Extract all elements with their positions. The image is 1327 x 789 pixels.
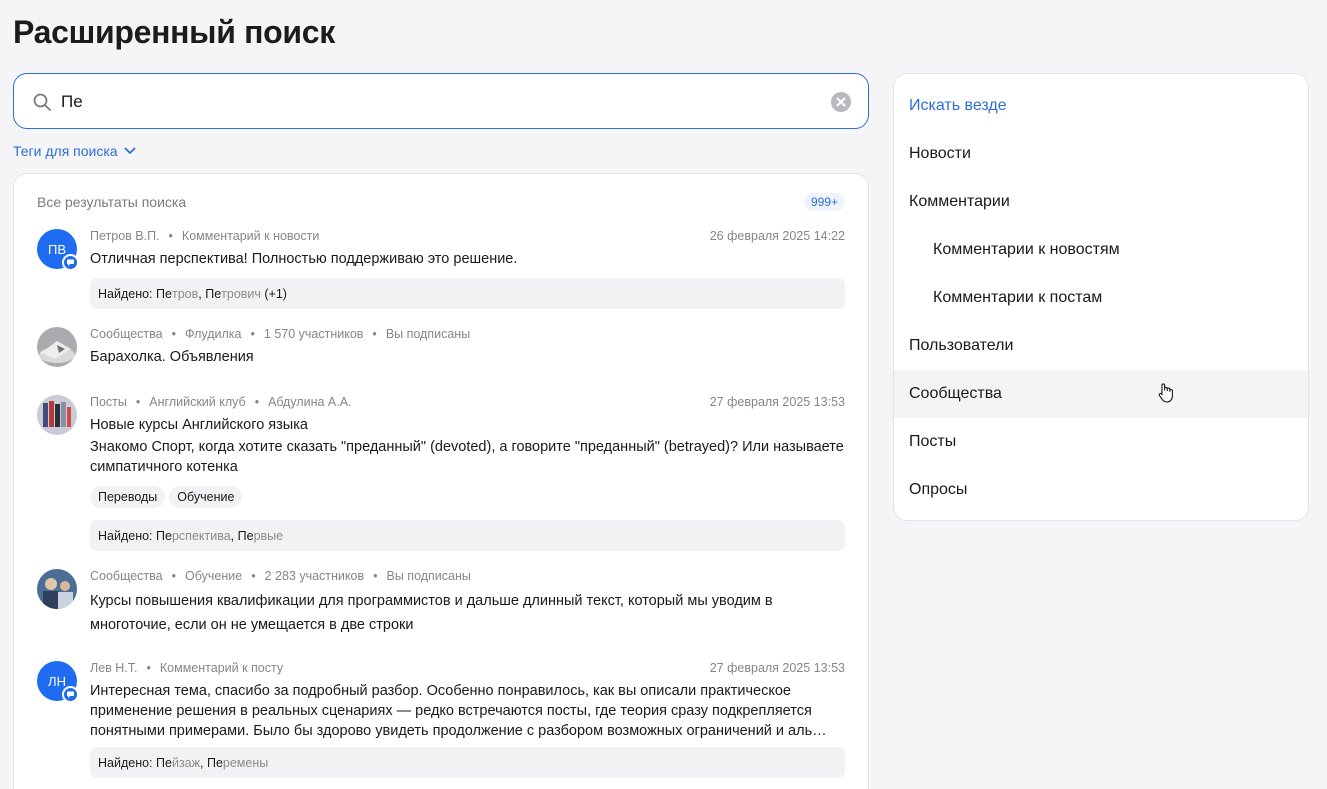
result-title[interactable]: Барахолка. Объявления (90, 347, 845, 367)
found-hit: Пе (205, 286, 222, 301)
post-tag[interactable]: Переводы (90, 486, 166, 508)
search-tags-toggle[interactable]: Теги для поиска (13, 143, 136, 159)
found-matches: Найдено: Пе тров, Пе трович (+1) (90, 278, 845, 309)
found-hit: Пе (206, 755, 223, 770)
result-date: 26 февраля 2025 14:22 (709, 229, 845, 243)
category-news[interactable]: Новости (894, 130, 1308, 178)
found-rest: тров (171, 286, 199, 301)
subscription-status: Вы подписаны (385, 327, 471, 341)
members-count: 1 570 участников (263, 327, 364, 341)
found-rest: йзаж (171, 755, 200, 770)
avatar-initials: ЛН (48, 673, 66, 689)
community-category: Флудилка (185, 327, 242, 341)
community-category: Обучение (185, 569, 243, 583)
category-news-comments[interactable]: Комментарии к новостям (894, 226, 1308, 274)
members-count: 2 283 участников (264, 569, 365, 583)
category-comments[interactable]: Комментарии (894, 178, 1308, 226)
result-type: Комментарий к посту (159, 661, 284, 675)
author-name[interactable]: Абдулина А.А. (268, 395, 351, 413)
result-text: Знакомо Спорт, когда хотите сказать "пре… (90, 439, 844, 475)
found-hit: Пе (237, 528, 254, 543)
search-category-menu: Искать везде Новости Комментарии Коммент… (893, 73, 1309, 521)
comment-badge-icon (62, 686, 79, 703)
avatar-initials: ПВ (47, 241, 66, 257)
post-tag[interactable]: Обучение (169, 486, 243, 508)
found-label: Найдено: (98, 755, 153, 770)
results-header: Все результаты поиска 999+ (37, 193, 845, 211)
subscription-status: Вы подписаны (386, 569, 471, 583)
found-matches: Найдено: Пе рспектива, Пе рвые (90, 520, 845, 551)
search-input[interactable] (61, 88, 821, 116)
result-type: Сообщества (90, 569, 163, 583)
result-title[interactable]: Курсы повышения квалификации для програм… (90, 589, 845, 637)
author-name[interactable]: Лев Н.Т. (90, 661, 138, 679)
found-more: (+1) (264, 286, 287, 301)
search-tags-label: Теги для поиска (13, 143, 118, 159)
result-text: Отличная перспектива! Полностью поддержи… (90, 251, 518, 267)
results-count-badge: 999+ (803, 193, 845, 211)
comment-badge-icon (62, 254, 79, 271)
result-type: Сообщества (90, 327, 163, 341)
result-type: Посты (90, 395, 127, 409)
found-label: Найдено: (98, 286, 153, 301)
category-communities[interactable]: Сообщества (894, 370, 1308, 418)
hand-cursor-icon (1158, 383, 1173, 403)
result-meta: Лев Н.Т. • Комментарий к посту (90, 661, 283, 679)
found-rest: ремены (222, 755, 269, 770)
results-panel: Все результаты поиска 999+ ПВ Петров В.П… (13, 173, 869, 789)
found-hit: Пе (156, 528, 172, 543)
result-title[interactable]: Новые курсы Английского языка (90, 415, 845, 435)
found-rest: трович (221, 286, 261, 301)
result-meta: Посты • Английский клуб • Абдулина А.А. (90, 395, 352, 413)
post-avatar (37, 395, 77, 435)
found-matches: Найдено: Пе йзаж, Пе ремены (90, 747, 845, 778)
category-users[interactable]: Пользователи (894, 322, 1308, 370)
chevron-down-icon (124, 147, 135, 154)
category-posts[interactable]: Посты (894, 418, 1308, 466)
search-box[interactable] (13, 73, 869, 129)
result-text: Интересная тема, спасибо за подробный ра… (90, 683, 827, 739)
author-name[interactable]: Петров В.П. (90, 229, 160, 247)
category-polls[interactable]: Опросы (894, 466, 1308, 514)
result-type: Комментарий к новости (181, 229, 320, 243)
page-title: Расширенный поиск (13, 14, 336, 50)
result-meta: Сообщества • Флудилка • 1 570 участников • … (90, 327, 470, 345)
result-meta: Петров В.П. • Комментарий к новости (90, 229, 319, 247)
found-rest: рвые (253, 528, 284, 543)
found-hit: Пе (156, 755, 172, 770)
search-icon (33, 93, 51, 111)
community-avatar (37, 327, 77, 367)
results-title: Все результаты поиска (37, 194, 187, 210)
result-meta: Сообщества • Обучение • 2 283 участников • … (90, 569, 471, 587)
found-label: Найдено: (98, 528, 153, 543)
category-all[interactable]: Искать везде (894, 82, 1308, 130)
found-hit: Пе (156, 286, 172, 301)
community-name[interactable]: Английский клуб (149, 395, 245, 413)
clear-icon[interactable] (831, 92, 851, 112)
result-date: 27 февраля 2025 13:53 (709, 661, 845, 675)
result-date: 27 февраля 2025 13:53 (709, 395, 845, 409)
post-tags: Переводы Обучение (90, 486, 845, 508)
community-avatar (37, 569, 77, 609)
found-rest: рспектива (171, 528, 231, 543)
category-post-comments[interactable]: Комментарии к постам (894, 274, 1308, 322)
